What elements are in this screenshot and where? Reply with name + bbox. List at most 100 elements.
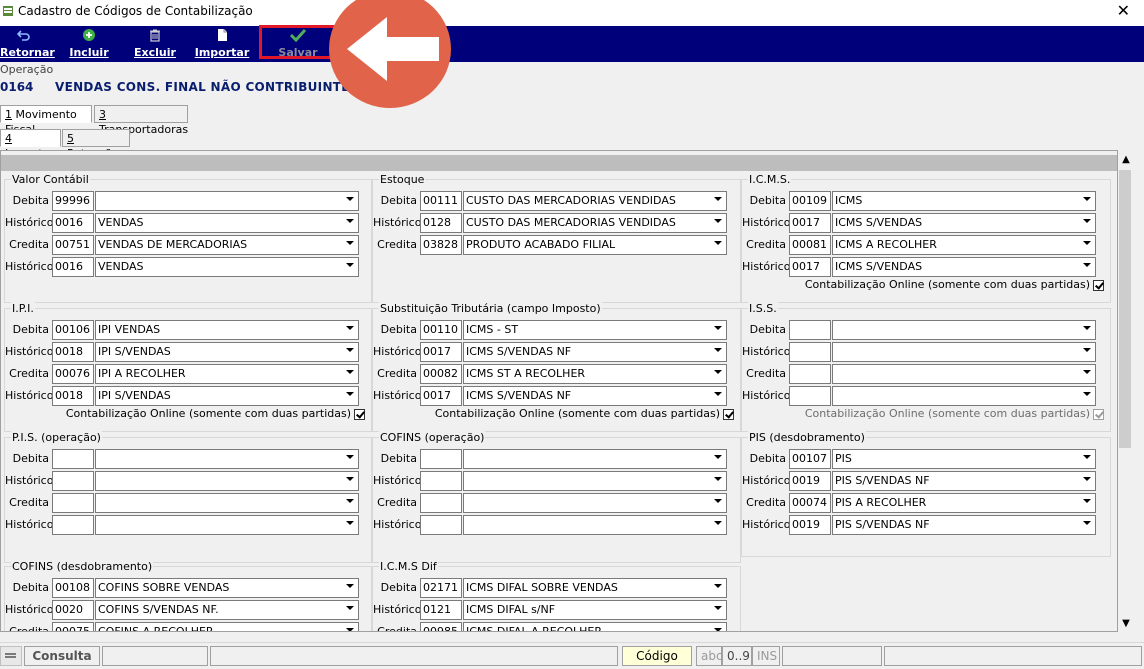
account-description-select[interactable]: PIS S/VENDAS NF [832, 471, 1096, 491]
account-description-select[interactable]: COFINS SOBRE VENDAS [95, 578, 359, 598]
account-description-select[interactable]: ICMS - ST [463, 320, 727, 340]
account-code-field[interactable] [52, 449, 94, 469]
account-description-select[interactable]: VENDAS DE MERCADORIAS [95, 235, 359, 255]
account-code-field[interactable]: 0018 [52, 342, 94, 362]
account-description-select[interactable]: ICMS DIFAL s/NF [463, 600, 727, 620]
account-description-select[interactable]: CUSTO DAS MERCADORIAS VENDIDAS [463, 213, 727, 233]
account-description-select[interactable] [463, 449, 727, 469]
dropdown-arrow-icon[interactable] [346, 197, 354, 201]
dropdown-arrow-icon[interactable] [714, 241, 722, 245]
account-code-field[interactable] [52, 515, 94, 535]
account-description-select[interactable] [95, 191, 359, 211]
account-code-field[interactable]: 0017 [789, 213, 831, 233]
dropdown-arrow-icon[interactable] [346, 392, 354, 396]
account-description-select[interactable]: ICMS DIFAL A RECOLHER [463, 622, 727, 631]
dropdown-arrow-icon[interactable] [714, 326, 722, 330]
account-code-field[interactable]: 00111 [420, 191, 462, 211]
account-code-field[interactable]: 00106 [52, 320, 94, 340]
dropdown-arrow-icon[interactable] [714, 584, 722, 588]
account-code-field[interactable]: 0019 [789, 515, 831, 535]
icms-group-online-checkbox[interactable]: Contabilização Online (somente com duas … [805, 278, 1104, 291]
account-description-select[interactable] [95, 471, 359, 491]
dropdown-arrow-icon[interactable] [346, 455, 354, 459]
account-code-field[interactable]: 0017 [789, 257, 831, 277]
dropdown-arrow-icon[interactable] [346, 477, 354, 481]
dropdown-arrow-icon[interactable] [1083, 263, 1091, 267]
dropdown-arrow-icon[interactable] [714, 370, 722, 374]
account-code-field[interactable]: 0121 [420, 600, 462, 620]
dropdown-arrow-icon[interactable] [714, 392, 722, 396]
dropdown-arrow-icon[interactable] [714, 348, 722, 352]
account-code-field[interactable]: 99996 [52, 191, 94, 211]
dropdown-arrow-icon[interactable] [714, 197, 722, 201]
scroll-thumb[interactable] [1119, 170, 1131, 448]
dropdown-arrow-icon[interactable] [346, 606, 354, 610]
account-description-select[interactable]: ICMS S/VENDAS [832, 257, 1096, 277]
checkbox-checked-icon[interactable] [354, 408, 365, 420]
account-description-select[interactable]: ICMS S/VENDAS NF [463, 386, 727, 406]
close-icon[interactable]: ✕ [1117, 1, 1130, 20]
importar-button[interactable]: Importar [194, 26, 250, 62]
account-description-select[interactable] [463, 493, 727, 513]
account-code-field[interactable]: 0016 [52, 213, 94, 233]
account-description-select[interactable]: PIS [832, 449, 1096, 469]
dropdown-arrow-icon[interactable] [1083, 521, 1091, 525]
account-code-field[interactable]: 00082 [420, 364, 462, 384]
account-description-select[interactable] [463, 471, 727, 491]
account-code-field[interactable]: 0020 [52, 600, 94, 620]
account-description-select[interactable]: IPI S/VENDAS [95, 386, 359, 406]
account-description-select[interactable]: IPI VENDAS [95, 320, 359, 340]
account-code-field[interactable] [420, 493, 462, 513]
dropdown-arrow-icon[interactable] [346, 263, 354, 267]
dropdown-arrow-icon[interactable] [346, 499, 354, 503]
account-code-field[interactable]: 02171 [420, 578, 462, 598]
account-code-field[interactable]: 00074 [789, 493, 831, 513]
account-code-field[interactable] [420, 515, 462, 535]
account-description-select[interactable] [95, 493, 359, 513]
account-code-field[interactable]: 00081 [789, 235, 831, 255]
account-code-field[interactable] [420, 449, 462, 469]
retornar-button[interactable]: Retornar [0, 26, 55, 62]
account-description-select[interactable] [832, 386, 1096, 406]
account-description-select[interactable] [463, 515, 727, 535]
account-code-field[interactable] [52, 493, 94, 513]
account-code-field[interactable] [789, 342, 831, 362]
vertical-scrollbar[interactable]: ▲ ▼ [1118, 152, 1134, 632]
dropdown-arrow-icon[interactable] [1083, 348, 1091, 352]
dropdown-arrow-icon[interactable] [714, 477, 722, 481]
scroll-up-icon[interactable]: ▲ [1118, 152, 1134, 168]
account-description-select[interactable]: COFINS S/VENDAS NF. [95, 600, 359, 620]
account-code-field[interactable]: 0017 [420, 342, 462, 362]
account-code-field[interactable] [52, 471, 94, 491]
account-description-select[interactable] [95, 515, 359, 535]
account-code-field[interactable] [789, 364, 831, 384]
dropdown-arrow-icon[interactable] [346, 628, 354, 631]
ipi-group-online-checkbox[interactable]: Contabilização Online (somente com duas … [66, 407, 365, 420]
dropdown-arrow-icon[interactable] [714, 606, 722, 610]
incluir-button[interactable]: Incluir [66, 26, 112, 62]
account-description-select[interactable]: ICMS S/VENDAS NF [463, 342, 727, 362]
dropdown-arrow-icon[interactable] [714, 455, 722, 459]
account-description-select[interactable]: ICMS [832, 191, 1096, 211]
dropdown-arrow-icon[interactable] [346, 219, 354, 223]
account-description-select[interactable]: PIS S/VENDAS NF [832, 515, 1096, 535]
tab-retencoes[interactable]: 5 Retenções [62, 129, 130, 160]
account-code-field[interactable]: 00076 [52, 364, 94, 384]
account-description-select[interactable]: ICMS ST A RECOLHER [463, 364, 727, 384]
account-code-field[interactable]: 0017 [420, 386, 462, 406]
account-description-select[interactable]: VENDAS [95, 257, 359, 277]
tab-transportadoras[interactable]: 3 Transportadoras [94, 105, 188, 136]
account-description-select[interactable] [95, 449, 359, 469]
iss-group-online-checkbox[interactable]: Contabilização Online (somente com duas … [805, 407, 1104, 420]
account-description-select[interactable] [832, 342, 1096, 362]
account-description-select[interactable]: COFINS A RECOLHER [95, 622, 359, 631]
account-description-select[interactable]: PRODUTO ACABADO FILIAL [463, 235, 727, 255]
account-code-field[interactable]: 03828 [420, 235, 462, 255]
account-code-field[interactable] [789, 320, 831, 340]
checkbox-checked-icon[interactable] [1093, 279, 1104, 291]
account-description-select[interactable]: ICMS A RECOLHER [832, 235, 1096, 255]
account-code-field[interactable]: 00985 [420, 622, 462, 631]
dropdown-arrow-icon[interactable] [714, 521, 722, 525]
substituicao-tributaria-group-online-checkbox[interactable]: Contabilização Online (somente com duas … [435, 407, 734, 420]
account-description-select[interactable]: IPI S/VENDAS [95, 342, 359, 362]
